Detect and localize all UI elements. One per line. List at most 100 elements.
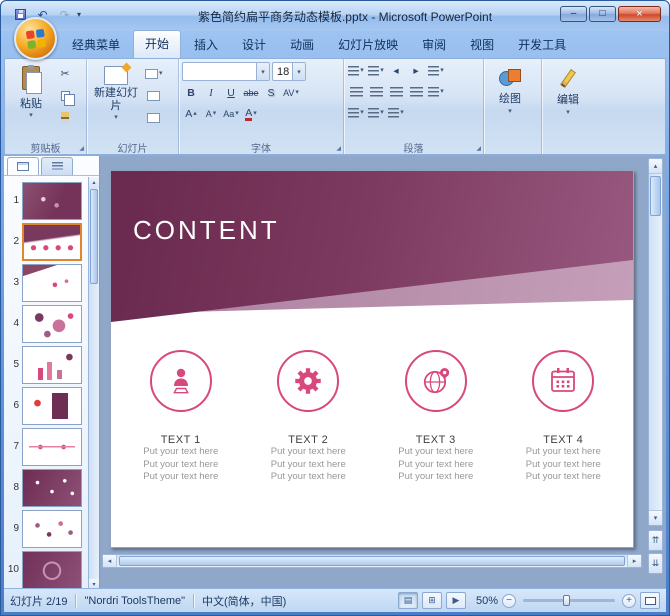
text-direction-button[interactable]: ▾ — [347, 104, 365, 122]
slide-thumbnail-5[interactable] — [22, 345, 82, 384]
copy-button[interactable] — [56, 87, 75, 106]
paragraph-group: ▾ ▾ ◂ ▸ ▾ ▾ ▾ ▾ ▾ 段落 ◢ — [344, 59, 484, 155]
slide-editor[interactable]: CONTENT TEXT 1 Put your text here Put yo… — [110, 170, 634, 548]
vertical-scroll-thumb[interactable] — [650, 176, 661, 216]
bullets-button[interactable]: ▾ — [347, 62, 365, 80]
slide-thumbnail-4[interactable] — [22, 304, 82, 343]
vertical-scrollbar[interactable]: ▴ ▾ — [648, 158, 663, 526]
close-button[interactable]: × — [618, 6, 661, 22]
font-name-combobox[interactable]: ▾ — [182, 62, 270, 81]
slide-thumbnail-7[interactable] — [22, 427, 82, 466]
numbering-button[interactable]: ▾ — [367, 62, 385, 80]
reset-slide-button[interactable] — [144, 87, 164, 105]
font-dialog-launcher[interactable]: ◢ — [336, 145, 341, 152]
horizontal-scrollbar[interactable]: ◂ ▸ — [102, 554, 642, 568]
tab-view[interactable]: 视图 — [459, 32, 505, 58]
bold-button[interactable]: B — [182, 84, 200, 102]
decrease-indent-button[interactable]: ◂ — [387, 62, 405, 80]
tab-review[interactable]: 审阅 — [411, 32, 457, 58]
zoom-slider-thumb[interactable] — [563, 595, 571, 606]
tab-home[interactable]: 开始 — [133, 30, 182, 58]
drawing-button[interactable]: 绘图 ▾ — [487, 62, 533, 136]
delete-slide-button[interactable] — [144, 109, 164, 127]
content-item-4[interactable]: TEXT 4 Put your text here Put your text … — [500, 350, 628, 484]
tab-design[interactable]: 设计 — [231, 32, 277, 58]
slide-title[interactable]: CONTENT — [133, 215, 280, 246]
justify-button[interactable] — [407, 83, 425, 101]
redo-button[interactable]: ↷ — [55, 6, 74, 24]
grow-font-button[interactable]: A ▴ — [182, 105, 200, 123]
tab-slideshow[interactable]: 幻灯片放映 — [327, 32, 409, 58]
tab-animations[interactable]: 动画 — [279, 32, 325, 58]
slide-thumbnail-3[interactable] — [22, 263, 82, 302]
columns-button[interactable]: ▾ — [427, 83, 445, 101]
layout-button[interactable]: ▾ — [144, 65, 164, 83]
slide-thumbnail-10[interactable] — [22, 550, 82, 589]
scroll-up-icon[interactable]: ▴ — [649, 159, 662, 174]
panel-scrollbar[interactable]: ▴ ▾ — [88, 177, 99, 590]
office-logo-icon — [25, 28, 46, 49]
slide-thumbnail-2-selected[interactable] — [22, 222, 82, 261]
scroll-down-icon[interactable]: ▾ — [649, 510, 662, 525]
panel-scroll-up-icon[interactable]: ▴ — [89, 177, 99, 188]
paragraph-dialog-launcher[interactable]: ◢ — [476, 145, 481, 152]
character-spacing-button[interactable]: AV ▾ — [282, 84, 300, 102]
scroll-left-icon[interactable]: ◂ — [103, 555, 117, 567]
new-slide-button[interactable]: 新建幻灯片 ▾ — [90, 62, 142, 138]
shrink-font-button[interactable]: A ▾ — [202, 105, 220, 123]
slide-sorter-view-button[interactable]: ⊞ — [421, 592, 442, 609]
align-center-button[interactable] — [367, 83, 385, 101]
minimize-button[interactable]: – — [560, 6, 587, 22]
language-indicator[interactable]: 中文(简体，中国) — [202, 593, 286, 609]
slide-thumbnail-8[interactable] — [22, 468, 82, 507]
zoom-out-button[interactable]: − — [502, 593, 516, 608]
font-size-combobox[interactable]: 18 ▾ — [272, 62, 306, 81]
zoom-slider[interactable] — [523, 595, 615, 606]
horizontal-scroll-thumb[interactable] — [119, 556, 625, 566]
slide-thumbnail-1[interactable] — [22, 181, 82, 220]
slideshow-view-button[interactable]: ▶ — [445, 592, 466, 609]
cut-button[interactable]: ✂ — [56, 65, 74, 83]
previous-slide-button[interactable]: ⇈ — [648, 530, 663, 551]
font-size-dropdown-icon[interactable]: ▾ — [292, 63, 305, 80]
strikethrough-button[interactable]: abe — [242, 84, 260, 102]
next-slide-button[interactable]: ⇊ — [648, 553, 663, 574]
underline-button[interactable]: U — [222, 84, 240, 102]
font-name-dropdown-icon[interactable]: ▾ — [256, 63, 269, 80]
zoom-in-button[interactable]: + — [622, 593, 636, 608]
person-icon — [172, 368, 189, 394]
convert-smartart-button[interactable]: ▾ — [387, 104, 405, 122]
slide-thumbnail-6[interactable] — [22, 386, 82, 425]
tab-outline[interactable] — [41, 157, 73, 175]
maximize-button[interactable]: □ — [589, 6, 616, 22]
change-case-button[interactable]: Aa ▾ — [222, 105, 240, 123]
zoom-level[interactable]: 50% — [476, 595, 498, 607]
fit-to-window-button[interactable] — [640, 592, 660, 609]
slide-number: 3 — [13, 277, 19, 288]
text-shadow-button[interactable]: S — [262, 84, 280, 102]
content-item-1[interactable]: TEXT 1 Put your text here Put your text … — [117, 350, 245, 484]
line-spacing-button[interactable]: ▾ — [427, 62, 445, 80]
font-color-button[interactable]: A ▾ — [242, 105, 260, 123]
clipboard-dialog-launcher[interactable]: ◢ — [79, 145, 84, 152]
paste-button[interactable]: 粘贴 ▾ — [8, 62, 54, 138]
align-left-button[interactable] — [347, 83, 365, 101]
increase-indent-button[interactable]: ▸ — [407, 62, 425, 80]
slide-thumbnail-9[interactable] — [22, 509, 82, 548]
content-item-3[interactable]: TEXT 3 Put your text here Put your text … — [372, 350, 500, 484]
panel-scroll-thumb[interactable] — [90, 189, 98, 284]
scroll-right-icon[interactable]: ▸ — [627, 555, 641, 567]
content-item-2[interactable]: TEXT 2 Put your text here Put your text … — [245, 350, 373, 484]
align-right-button[interactable] — [387, 83, 405, 101]
editing-button[interactable]: 编辑 ▾ — [545, 62, 591, 136]
qat-dropdown-icon[interactable]: ▾ — [77, 10, 87, 19]
format-painter-button[interactable] — [56, 109, 74, 127]
tab-slides-thumbnails[interactable] — [7, 157, 39, 175]
align-text-button[interactable]: ▾ — [367, 104, 385, 122]
tab-classic-menu[interactable]: 经典菜单 — [61, 32, 131, 58]
tab-developer[interactable]: 开发工具 — [507, 32, 577, 58]
italic-button[interactable]: I — [202, 84, 220, 102]
tab-insert[interactable]: 插入 — [183, 32, 229, 58]
normal-view-button[interactable]: ▤ — [397, 592, 418, 609]
office-button[interactable] — [14, 17, 57, 60]
